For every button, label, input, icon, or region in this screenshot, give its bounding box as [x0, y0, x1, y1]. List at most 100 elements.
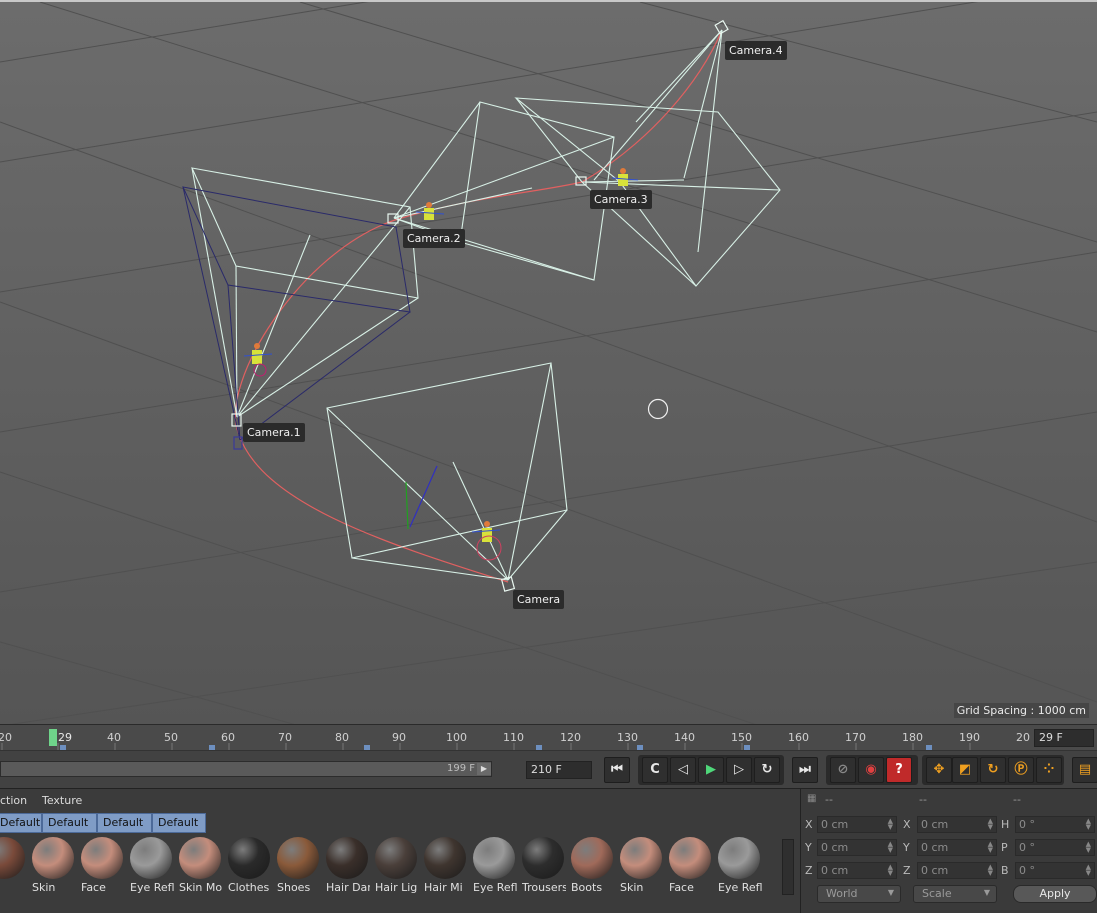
play-button[interactable]: ▶ — [698, 757, 724, 783]
apply-button[interactable]: Apply — [1013, 885, 1097, 903]
camera-2-label[interactable]: Camera.2 — [403, 229, 465, 248]
material-swatch[interactable]: Skin — [29, 835, 75, 897]
axis-label: Y — [903, 841, 910, 854]
help-icon[interactable]: ? — [886, 757, 912, 783]
tick-160: 160 — [788, 731, 809, 744]
material-preview-ball — [522, 837, 564, 879]
current-frame-field[interactable]: 29 F — [1034, 729, 1094, 747]
material-name: Boots — [571, 881, 603, 894]
tick-80: 80 — [335, 731, 349, 744]
rotate-key-icon[interactable]: ↻ — [980, 757, 1006, 783]
param-key-icon[interactable]: Ⓟ — [1008, 757, 1034, 783]
tick-29: 29 — [58, 731, 72, 744]
layer-tab-4[interactable]: Default — [152, 813, 206, 833]
scene-canvas — [0, 2, 1097, 724]
panel-grip-icon[interactable]: ▦ — [807, 793, 816, 804]
material-preview-ball — [473, 837, 515, 879]
material-swatch[interactable]: Hair Dar — [323, 835, 370, 897]
spinner-arrows-icon[interactable]: ▲ ▼ — [888, 864, 893, 877]
camera-1-label[interactable]: Camera.1 — [243, 423, 305, 442]
point-level-icon[interactable]: ⁘ — [1036, 757, 1062, 783]
coordinate-field[interactable]: 0 cm ▲ ▼ — [817, 839, 897, 856]
move-key-icon[interactable]: ✥ — [926, 757, 952, 783]
size-mode-dropdown[interactable]: Scale ▼ — [913, 885, 997, 903]
material-swatch[interactable]: Shoes — [274, 835, 320, 897]
coordinate-value: 0 ° — [1019, 841, 1035, 854]
material-preview-ball — [228, 837, 270, 879]
material-swatch[interactable]: s — [0, 835, 26, 897]
material-swatch[interactable]: Trousers — [519, 835, 566, 897]
material-swatch[interactable]: Hair Mi — [421, 835, 467, 897]
coordinate-field[interactable]: 0 cm ▲ ▼ — [917, 862, 997, 879]
coordinate-value: 0 ° — [1019, 818, 1035, 831]
spinner-arrows-icon[interactable]: ▲ ▼ — [888, 818, 893, 831]
coordinate-space-dropdown[interactable]: World ▼ — [817, 885, 901, 903]
prev-key-button[interactable]: C — [642, 757, 668, 783]
coordinate-value: 0 cm — [821, 864, 849, 877]
preview-range-slider[interactable]: 199 F ▶ — [0, 761, 492, 777]
spinner-arrows-icon[interactable]: ▲ ▼ — [1086, 864, 1091, 877]
material-swatch[interactable]: Skin — [617, 835, 663, 897]
coordinate-field[interactable]: 0 ° ▲ ▼ — [1015, 816, 1095, 833]
spinner-arrows-icon[interactable]: ▲ ▼ — [988, 818, 993, 831]
next-key-button[interactable]: ↻ — [754, 757, 780, 783]
material-name: Face — [81, 881, 106, 894]
coordinate-field[interactable]: 0 cm ▲ ▼ — [917, 839, 997, 856]
layer-tab-1[interactable]: Default — [0, 813, 42, 833]
material-preview-ball — [326, 837, 368, 879]
ruler-ticks[interactable]: 20 29 40 50 60 70 80 90 100 110 120 130 … — [0, 725, 1030, 751]
coordinate-field[interactable]: 0 cm ▲ ▼ — [817, 816, 897, 833]
spinner-arrows-icon[interactable]: ▲ ▼ — [988, 841, 993, 854]
film-icon[interactable]: ▤ — [1072, 757, 1097, 783]
coordinate-field[interactable]: 0 cm ▲ ▼ — [917, 816, 997, 833]
camera-label[interactable]: Camera — [513, 590, 565, 609]
coordinate-value: 0 cm — [921, 864, 949, 877]
max-frame-field[interactable]: 210 F — [526, 761, 592, 779]
material-preview-ball — [179, 837, 221, 879]
record-disabled-icon[interactable]: ⊘ — [830, 757, 856, 783]
layer-tab-2[interactable]: Default — [42, 813, 97, 833]
camera-bodies — [231, 19, 729, 592]
timeline-ruler[interactable]: 20 29 40 50 60 70 80 90 100 110 120 130 … — [0, 724, 1097, 751]
material-name: Hair Lig — [375, 881, 418, 894]
material-preview-ball — [571, 837, 613, 879]
playhead[interactable] — [49, 729, 57, 746]
spinner-arrows-icon[interactable]: ▲ ▼ — [888, 841, 893, 854]
scale-key-icon[interactable]: ◩ — [952, 757, 978, 783]
record-icon[interactable]: ◉ — [858, 757, 884, 783]
coordinate-field[interactable]: 0 ° ▲ ▼ — [1015, 862, 1095, 879]
axis-label: P — [1001, 841, 1008, 854]
cursor-ring — [647, 398, 669, 420]
menu-texture[interactable]: Texture — [42, 794, 82, 807]
spinner-arrows-icon[interactable]: ▲ ▼ — [988, 864, 993, 877]
step-back-button[interactable]: ◁ — [670, 757, 696, 783]
material-swatch[interactable]: Eye Refl — [470, 835, 517, 897]
menu-function[interactable]: ction — [0, 794, 27, 807]
range-arrow-icon[interactable]: ▶ — [477, 763, 491, 775]
material-swatch[interactable]: Hair Lig — [372, 835, 418, 897]
material-name: Eye Refl — [718, 881, 762, 894]
material-swatch[interactable]: Eye Refl — [715, 835, 762, 897]
material-swatch[interactable]: Face — [666, 835, 712, 897]
camera-4-label[interactable]: Camera.4 — [725, 41, 787, 60]
layer-tab-3[interactable]: Default — [97, 813, 152, 833]
material-swatch[interactable]: Clothes — [225, 835, 271, 897]
material-swatch[interactable]: Boots — [568, 835, 614, 897]
material-swatch[interactable]: Skin Mo — [176, 835, 222, 897]
3d-viewport[interactable]: Camera.4 Camera.3 Camera.2 Camera.1 Came… — [0, 0, 1097, 724]
spinner-arrows-icon[interactable]: ▲ ▼ — [1086, 841, 1091, 854]
coordinate-field[interactable]: 0 ° ▲ ▼ — [1015, 839, 1095, 856]
material-swatch[interactable]: Eye Refl — [127, 835, 174, 897]
step-forward-button[interactable]: ▷ — [726, 757, 752, 783]
material-swatch[interactable]: Face — [78, 835, 124, 897]
coordinate-field[interactable]: 0 cm ▲ ▼ — [817, 862, 897, 879]
goto-end-button[interactable]: ⏭ — [792, 757, 818, 783]
camera-3-label[interactable]: Camera.3 — [590, 190, 652, 209]
coordinates-manager: ▦ -- -- -- X0 cm ▲ ▼ X 0 cm ▲ ▼ H 0 ° ▲ ▼ Y 0 cm ▲ ▼ Y 0… — [800, 788, 1097, 913]
material-scrollbar[interactable] — [782, 839, 794, 895]
axis-label: Z — [805, 864, 813, 877]
goto-start-button[interactable]: ⏮ — [604, 757, 630, 783]
material-preview-ball — [669, 837, 711, 879]
spinner-arrows-icon[interactable]: ▲ ▼ — [1086, 818, 1091, 831]
tick-90: 90 — [392, 731, 406, 744]
